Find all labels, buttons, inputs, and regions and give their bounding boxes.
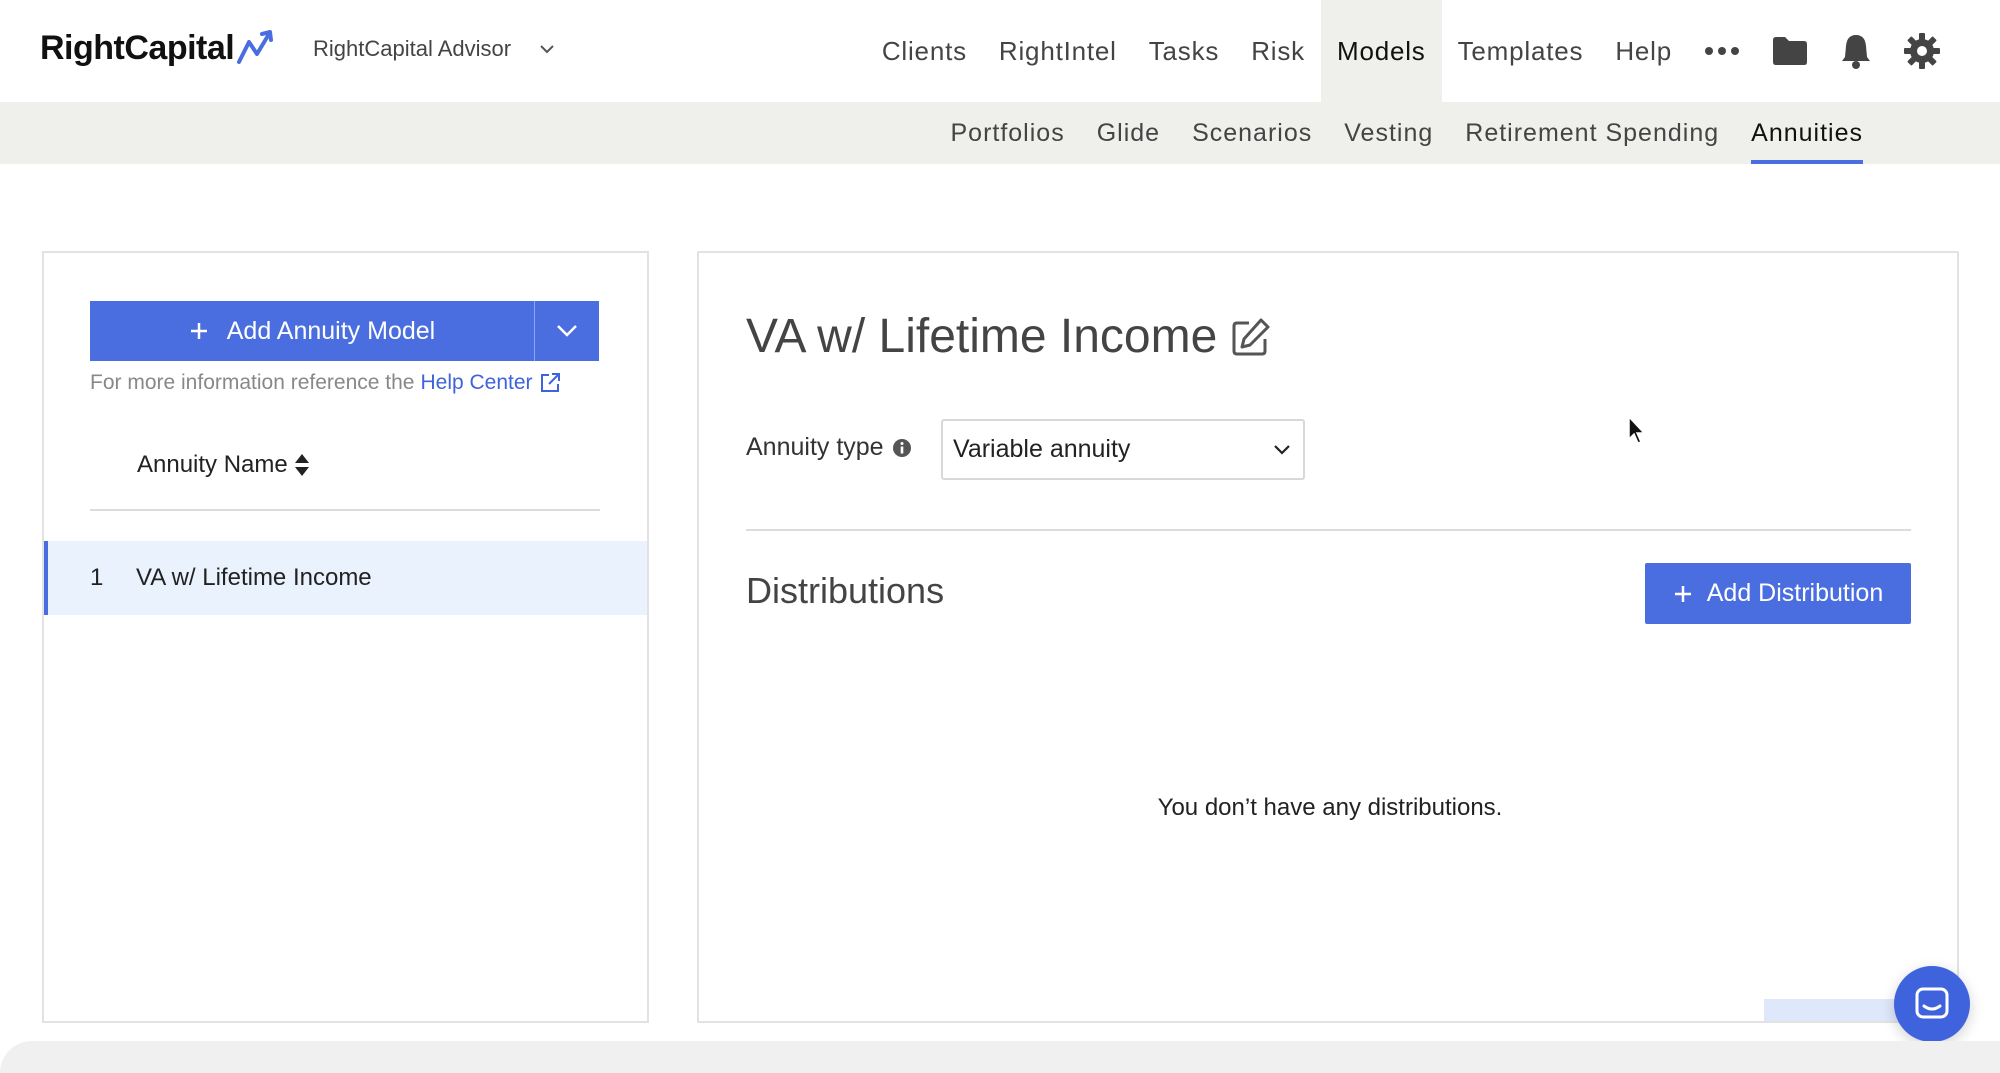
logo-arrow-icon [237, 30, 274, 64]
annuity-type-value: Variable annuity [953, 435, 1131, 463]
tab-vesting[interactable]: Vesting [1344, 102, 1433, 164]
header-divider [90, 509, 600, 511]
gear-icon[interactable] [1888, 0, 1956, 102]
window-bottom-edge [0, 1041, 2000, 1073]
rightcapital-logo[interactable]: RightCapital [40, 26, 280, 70]
row-index: 1 [90, 564, 104, 591]
models-subnav: Portfolios Glide Scenarios Vesting Retir… [950, 102, 1863, 164]
account-switcher[interactable]: RightCapital Advisor [313, 36, 555, 62]
folder-icon[interactable] [1756, 0, 1824, 102]
help-center-link[interactable]: Help Center [420, 371, 532, 395]
info-icon[interactable] [892, 438, 912, 458]
tab-portfolios[interactable]: Portfolios [950, 102, 1064, 164]
more-icon[interactable] [1688, 0, 1756, 102]
nav-item-templates[interactable]: Templates [1442, 0, 1600, 102]
annuity-list-panel: Add Annuity Model For more information r… [42, 251, 649, 1023]
add-annuity-button-group: Add Annuity Model [90, 301, 600, 361]
plus-icon [190, 323, 207, 339]
logo-text: RightCapital [40, 28, 235, 67]
help-prefix: For more information reference the [90, 371, 415, 394]
sub-navigation-bar: Portfolios Glide Scenarios Vesting Retir… [0, 102, 2000, 164]
nav-item-risk[interactable]: Risk [1235, 0, 1321, 102]
add-distribution-label: Add Distribution [1706, 579, 1884, 607]
nav-item-clients[interactable]: Clients [866, 0, 983, 102]
distributions-heading: Distributions [746, 570, 945, 611]
add-annuity-model-button[interactable]: Add Annuity Model [90, 301, 534, 361]
chevron-down-icon [557, 325, 577, 337]
tab-glide[interactable]: Glide [1097, 102, 1160, 164]
account-name: RightCapital Advisor [313, 36, 512, 61]
row-annuity-name: VA w/ Lifetime Income [136, 564, 372, 591]
nav-item-tasks[interactable]: Tasks [1133, 0, 1235, 102]
annuity-detail-panel: VA w/ Lifetime Income Annuity type Varia… [697, 251, 1959, 1023]
main-nav: Clients RightIntel Tasks Risk Models Tem… [866, 0, 2000, 102]
column-header-label: Annuity Name [137, 451, 288, 478]
add-annuity-dropdown-toggle[interactable] [534, 301, 599, 361]
help-reference: For more information reference the Help … [90, 371, 561, 395]
add-distribution-button[interactable]: Add Distribution [1645, 563, 1911, 624]
nav-item-rightintel[interactable]: RightIntel [983, 0, 1133, 102]
sort-icon [294, 454, 309, 476]
empty-distributions-message: You don’t have any distributions. [1157, 794, 1503, 821]
tab-annuities[interactable]: Annuities [1751, 102, 1863, 164]
plus-icon [1674, 585, 1691, 602]
nav-item-help[interactable]: Help [1599, 0, 1688, 102]
annuity-type-select[interactable]: Variable annuity [941, 419, 1305, 480]
bell-icon[interactable] [1824, 0, 1888, 102]
nav-item-models[interactable]: Models [1320, 0, 1442, 102]
mouse-cursor-icon [1628, 415, 1646, 444]
chat-launcher[interactable] [1894, 966, 1970, 1042]
edit-icon[interactable] [1231, 317, 1271, 357]
tab-retirement-spending[interactable]: Retirement Spending [1465, 102, 1719, 164]
annuity-type-text: Annuity type [746, 433, 884, 461]
chevron-down-icon [1274, 444, 1290, 455]
annuity-type-label: Annuity type [746, 433, 912, 462]
external-link-icon[interactable] [539, 372, 561, 394]
annuity-list-row[interactable]: 1 VA w/ Lifetime Income [44, 541, 647, 615]
top-navigation-bar: RightCapital RightCapital Advisor Client… [0, 0, 2000, 102]
add-annuity-label: Add Annuity Model [226, 316, 436, 345]
chat-icon [1915, 987, 1949, 1019]
chevron-down-icon [540, 45, 554, 54]
annuity-name-column-header[interactable]: Annuity Name [137, 451, 310, 479]
section-divider [746, 529, 1911, 531]
annuity-title-text: VA w/ Lifetime Income [746, 310, 1218, 363]
tab-scenarios[interactable]: Scenarios [1192, 102, 1312, 164]
annuity-title: VA w/ Lifetime Income [746, 309, 1271, 364]
